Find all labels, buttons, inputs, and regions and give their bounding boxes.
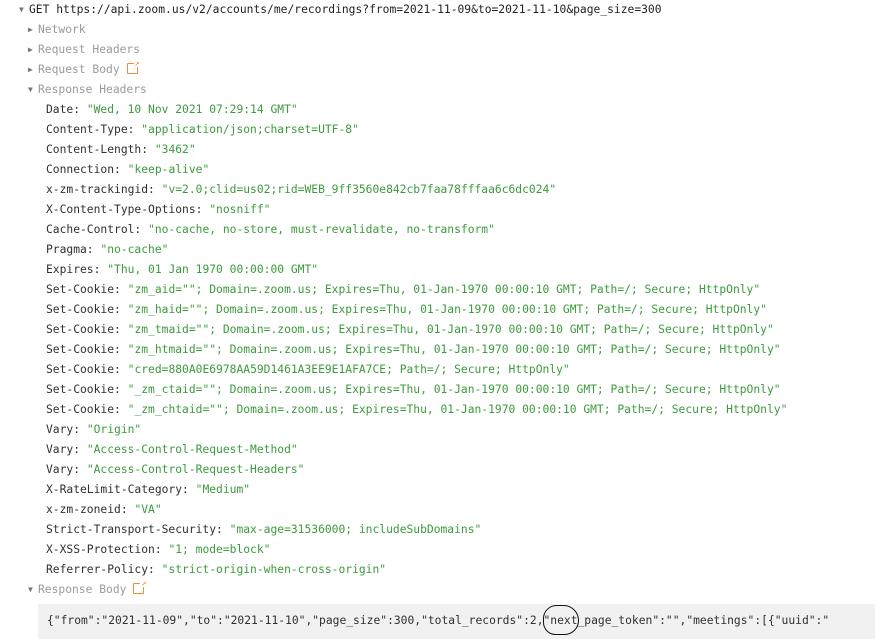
response-header-row: Strict-Transport-Security: "max-age=3153… [46, 520, 481, 540]
header-name: Content-Length: [46, 143, 149, 156]
header-value: "v=2.0;clid=us02;rid=WEB_9ff3560e842cb7f… [161, 183, 557, 196]
header-name: Set-Cookie: [46, 403, 121, 416]
header-value: "VA" [134, 503, 162, 516]
response-headers-label: Response Headers [38, 83, 147, 96]
header-value: "_zm_chtaid=""; Domain=.zoom.us; Expires… [127, 403, 788, 416]
network-label: Network [38, 23, 86, 36]
response-header-row: Vary: "Access-Control-Request-Headers" [46, 460, 304, 480]
response-header-row: Set-Cookie: "zm_aid=""; Domain=.zoom.us;… [46, 280, 760, 300]
triangle-right-icon[interactable]: ▶ [28, 20, 38, 40]
response-body-text: {"from":"2021-11-09","to":"2021-11-10","… [47, 614, 830, 627]
header-value: "strict-origin-when-cross-origin" [161, 563, 387, 576]
header-value: "Access-Control-Request-Headers" [86, 463, 305, 476]
header-name: Connection: [46, 163, 121, 176]
response-header-row: Set-Cookie: "cred=880A0E6978AA59D1461A3E… [46, 360, 570, 380]
request-method: GET [29, 3, 50, 16]
triangle-down-icon[interactable]: ▼ [28, 580, 38, 600]
triangle-down-icon[interactable]: ▼ [28, 80, 38, 100]
header-value: "Thu, 01 Jan 1970 00:00:00 GMT" [107, 263, 319, 276]
response-header-row: Set-Cookie: "zm_tmaid=""; Domain=.zoom.u… [46, 320, 774, 340]
header-name: Referrer-Policy: [46, 563, 155, 576]
response-header-row: Content-Type: "application/json;charset=… [46, 120, 359, 140]
response-header-row: x-zm-trackingid: "v=2.0;clid=us02;rid=WE… [46, 180, 556, 200]
header-value: "cred=880A0E6978AA59D1461A3EE9E1AFA7CE; … [127, 363, 570, 376]
response-header-row: Date: "Wed, 10 Nov 2021 07:29:14 GMT" [46, 100, 298, 120]
header-name: x-zm-trackingid: [46, 183, 155, 196]
header-value: "Origin" [86, 423, 142, 436]
response-header-row: Pragma: "no-cache" [46, 240, 168, 260]
header-name: Date: [46, 103, 81, 116]
response-header-row: Vary: "Origin" [46, 420, 141, 440]
header-value: "zm_haid=""; Domain=.zoom.us; Expires=Th… [127, 303, 767, 316]
header-value: "_zm_ctaid=""; Domain=.zoom.us; Expires=… [127, 383, 781, 396]
response-headers-section[interactable]: ▼ Response Headers [28, 80, 147, 100]
response-header-row: x-zm-zoneid: "VA" [46, 500, 162, 520]
header-value: "keep-alive" [127, 163, 210, 176]
response-header-row: Cache-Control: "no-cache, no-store, must… [46, 220, 495, 240]
response-header-row: Connection: "keep-alive" [46, 160, 209, 180]
response-header-row: Set-Cookie: "zm_haid=""; Domain=.zoom.us… [46, 300, 767, 320]
request-url: https://api.zoom.us/v2/accounts/me/recor… [56, 3, 662, 16]
header-name: Set-Cookie: [46, 343, 121, 356]
header-value: "max-age=31536000; includeSubDomains" [229, 523, 482, 536]
request-headers-label: Request Headers [38, 43, 141, 56]
header-value: "zm_tmaid=""; Domain=.zoom.us; Expires=T… [127, 323, 774, 336]
header-name: Set-Cookie: [46, 283, 121, 296]
header-value: "zm_aid=""; Domain=.zoom.us; Expires=Thu… [127, 283, 761, 296]
header-name: Vary: [46, 443, 81, 456]
request-body-section[interactable]: ▶ Request Body ↗ [28, 60, 140, 80]
header-value: "application/json;charset=UTF-8" [141, 123, 359, 136]
header-value: "nosniff" [209, 203, 271, 216]
header-value: "Wed, 10 Nov 2021 07:29:14 GMT" [86, 103, 298, 116]
response-header-row: Set-Cookie: "_zm_ctaid=""; Domain=.zoom.… [46, 380, 781, 400]
header-name: Vary: [46, 463, 81, 476]
header-name: Set-Cookie: [46, 383, 121, 396]
header-name: Pragma: [46, 243, 94, 256]
triangle-down-icon[interactable]: ▼ [19, 0, 29, 20]
response-header-row: X-RateLimit-Category: "Medium" [46, 480, 250, 500]
header-name: x-zm-zoneid: [46, 503, 128, 516]
header-name: Cache-Control: [46, 223, 142, 236]
response-body-label: Response Body [38, 583, 127, 596]
header-name: Set-Cookie: [46, 303, 121, 316]
triangle-right-icon[interactable]: ▶ [28, 60, 38, 80]
header-value: "no-cache" [100, 243, 169, 256]
network-section[interactable]: ▶ Network [28, 20, 86, 40]
header-value: "Medium" [195, 483, 251, 496]
header-value: "1; mode=block" [168, 543, 271, 556]
header-name: X-Content-Type-Options: [46, 203, 203, 216]
header-value: "zm_htmaid=""; Domain=.zoom.us; Expires=… [127, 343, 781, 356]
header-name: Set-Cookie: [46, 323, 121, 336]
header-name: Strict-Transport-Security: [46, 523, 223, 536]
response-header-row: Set-Cookie: "_zm_chtaid=""; Domain=.zoom… [46, 400, 787, 420]
response-header-row: Expires: "Thu, 01 Jan 1970 00:00:00 GMT" [46, 260, 318, 280]
header-name: Set-Cookie: [46, 363, 121, 376]
response-header-row: X-Content-Type-Options: "nosniff" [46, 200, 270, 220]
header-name: Vary: [46, 423, 81, 436]
request-body-label: Request Body [38, 63, 120, 76]
header-value: "no-cache, no-store, must-revalidate, no… [148, 223, 495, 236]
header-name: Expires: [46, 263, 101, 276]
external-link-icon[interactable]: ↗ [133, 580, 147, 594]
request-line[interactable]: ▼ GET https://api.zoom.us/v2/accounts/me/… [19, 0, 662, 20]
header-name: X-RateLimit-Category: [46, 483, 189, 496]
response-header-row: Set-Cookie: "zm_htmaid=""; Domain=.zoom.… [46, 340, 781, 360]
response-body-section[interactable]: ▼ Response Body ↗ [28, 580, 147, 600]
response-header-row: Referrer-Policy: "strict-origin-when-cro… [46, 560, 386, 580]
header-value: "3462" [154, 143, 196, 156]
triangle-right-icon[interactable]: ▶ [28, 40, 38, 60]
header-value: "Access-Control-Request-Method" [86, 443, 298, 456]
response-header-row: X-XSS-Protection: "1; mode=block" [46, 540, 270, 560]
annotation-circle [543, 605, 579, 635]
header-name: Content-Type: [46, 123, 135, 136]
response-body-content[interactable]: {"from":"2021-11-09","to":"2021-11-10","… [38, 604, 875, 639]
request-headers-section[interactable]: ▶ Request Headers [28, 40, 140, 60]
response-header-row: Content-Length: "3462" [46, 140, 196, 160]
external-link-icon[interactable]: ↗ [126, 60, 140, 74]
header-name: X-XSS-Protection: [46, 543, 162, 556]
response-header-row: Vary: "Access-Control-Request-Method" [46, 440, 298, 460]
